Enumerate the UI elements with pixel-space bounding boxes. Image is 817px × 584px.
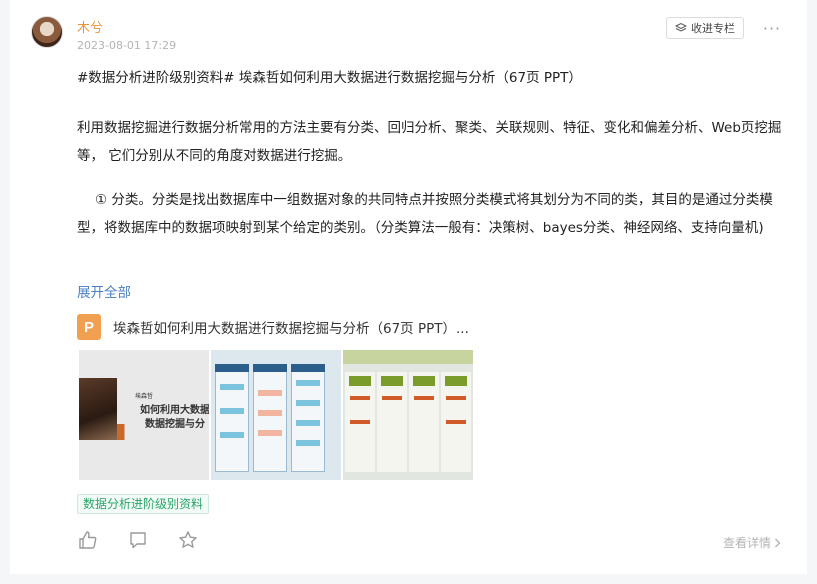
- flow-column-header: [291, 364, 325, 372]
- slide-column: [377, 372, 407, 472]
- post-card: 木兮 2023-08-01 17:29 收进专栏 ··· #数据分析进阶级别资料…: [10, 0, 807, 574]
- expand-all-link[interactable]: 展开全部: [77, 281, 131, 301]
- thumbnail-3[interactable]: [343, 350, 473, 480]
- attachment-name[interactable]: 埃森哲如何利用大数据进行数据挖掘与分析（67页 PPT）...: [113, 317, 469, 337]
- flow-box: [258, 430, 282, 436]
- slide-column-header: [349, 376, 371, 386]
- thumbs-up-icon[interactable]: [78, 530, 98, 550]
- thumbnail-2[interactable]: [211, 350, 341, 480]
- comment-icon[interactable]: [128, 530, 148, 550]
- view-details-label: 查看详情: [723, 536, 772, 550]
- slide-text-line: [414, 396, 434, 400]
- slide-text-line: [446, 420, 466, 424]
- attachment[interactable]: P 埃森哲如何利用大数据进行数据挖掘与分析（67页 PPT）...: [77, 314, 469, 340]
- more-options-button[interactable]: ···: [760, 18, 784, 38]
- ppt-file-icon: P: [77, 314, 101, 340]
- slide-column-header: [413, 376, 435, 386]
- thumb-title-line1: 如何利用大数据: [140, 405, 209, 416]
- thumb-title-small: 埃森哲: [135, 393, 154, 400]
- flow-box: [220, 384, 244, 390]
- avatar[interactable]: [31, 16, 63, 48]
- slide-text-line: [350, 396, 370, 400]
- flow-box: [296, 440, 320, 446]
- slide-text-line: [382, 396, 402, 400]
- collect-to-column-button[interactable]: 收进专栏: [666, 17, 744, 39]
- topic-tag[interactable]: 数据分析进阶级别资料: [77, 494, 210, 514]
- flow-box: [296, 400, 320, 406]
- slide-column: [409, 372, 439, 472]
- flow-column-header: [215, 364, 249, 372]
- attachment-thumbnails: 埃森哲 如何利用大数据 数据挖掘与分: [79, 350, 473, 480]
- post-paragraph-2: ① 分类。分类是找出数据库中一组数据对象的共同特点并按照分类模式将其划分为不同的…: [77, 186, 789, 242]
- thumb-photo: [79, 378, 117, 440]
- thumb-title: 埃森哲 如何利用大数据 数据挖掘与分: [135, 390, 209, 432]
- flow-column-header: [253, 364, 287, 372]
- post-paragraph-2-text: ① 分类。分类是找出数据库中一组数据对象的共同特点并按照分类模式将其划分为不同的…: [77, 192, 773, 236]
- slide-text-line: [446, 396, 466, 400]
- flow-box: [296, 380, 320, 386]
- slide-column-header: [445, 376, 467, 386]
- flow-box: [258, 410, 282, 416]
- thumb-title-line2: 数据挖掘与分: [145, 419, 205, 430]
- flow-column: [215, 364, 249, 472]
- flow-box: [220, 408, 244, 414]
- post-actions: [78, 530, 198, 550]
- slide-column-header: [381, 376, 403, 386]
- flow-column: [253, 364, 287, 472]
- slide-text-line: [350, 420, 370, 424]
- post-paragraph-1: 利用数据挖掘进行数据分析常用的方法主要有分类、回归分析、聚类、关联规则、特征、变…: [77, 120, 782, 164]
- post-time: 2023-08-01 17:29: [77, 39, 177, 52]
- chevron-right-icon: [775, 538, 781, 547]
- slide-top-band: [343, 350, 473, 364]
- thumbnail-1[interactable]: 埃森哲 如何利用大数据 数据挖掘与分: [79, 350, 209, 480]
- flow-box: [258, 390, 282, 396]
- collect-label: 收进专栏: [691, 22, 735, 35]
- flow-box: [296, 420, 320, 426]
- flow-box: [220, 432, 244, 438]
- author-name[interactable]: 木兮: [77, 17, 103, 36]
- star-icon[interactable]: [178, 530, 198, 550]
- view-details-link[interactable]: 查看详情: [723, 534, 781, 551]
- post-title: #数据分析进阶级别资料# 埃森哲如何利用大数据进行数据挖掘与分析（67页 PPT…: [77, 70, 582, 86]
- bookmark-stack-icon: [675, 22, 687, 32]
